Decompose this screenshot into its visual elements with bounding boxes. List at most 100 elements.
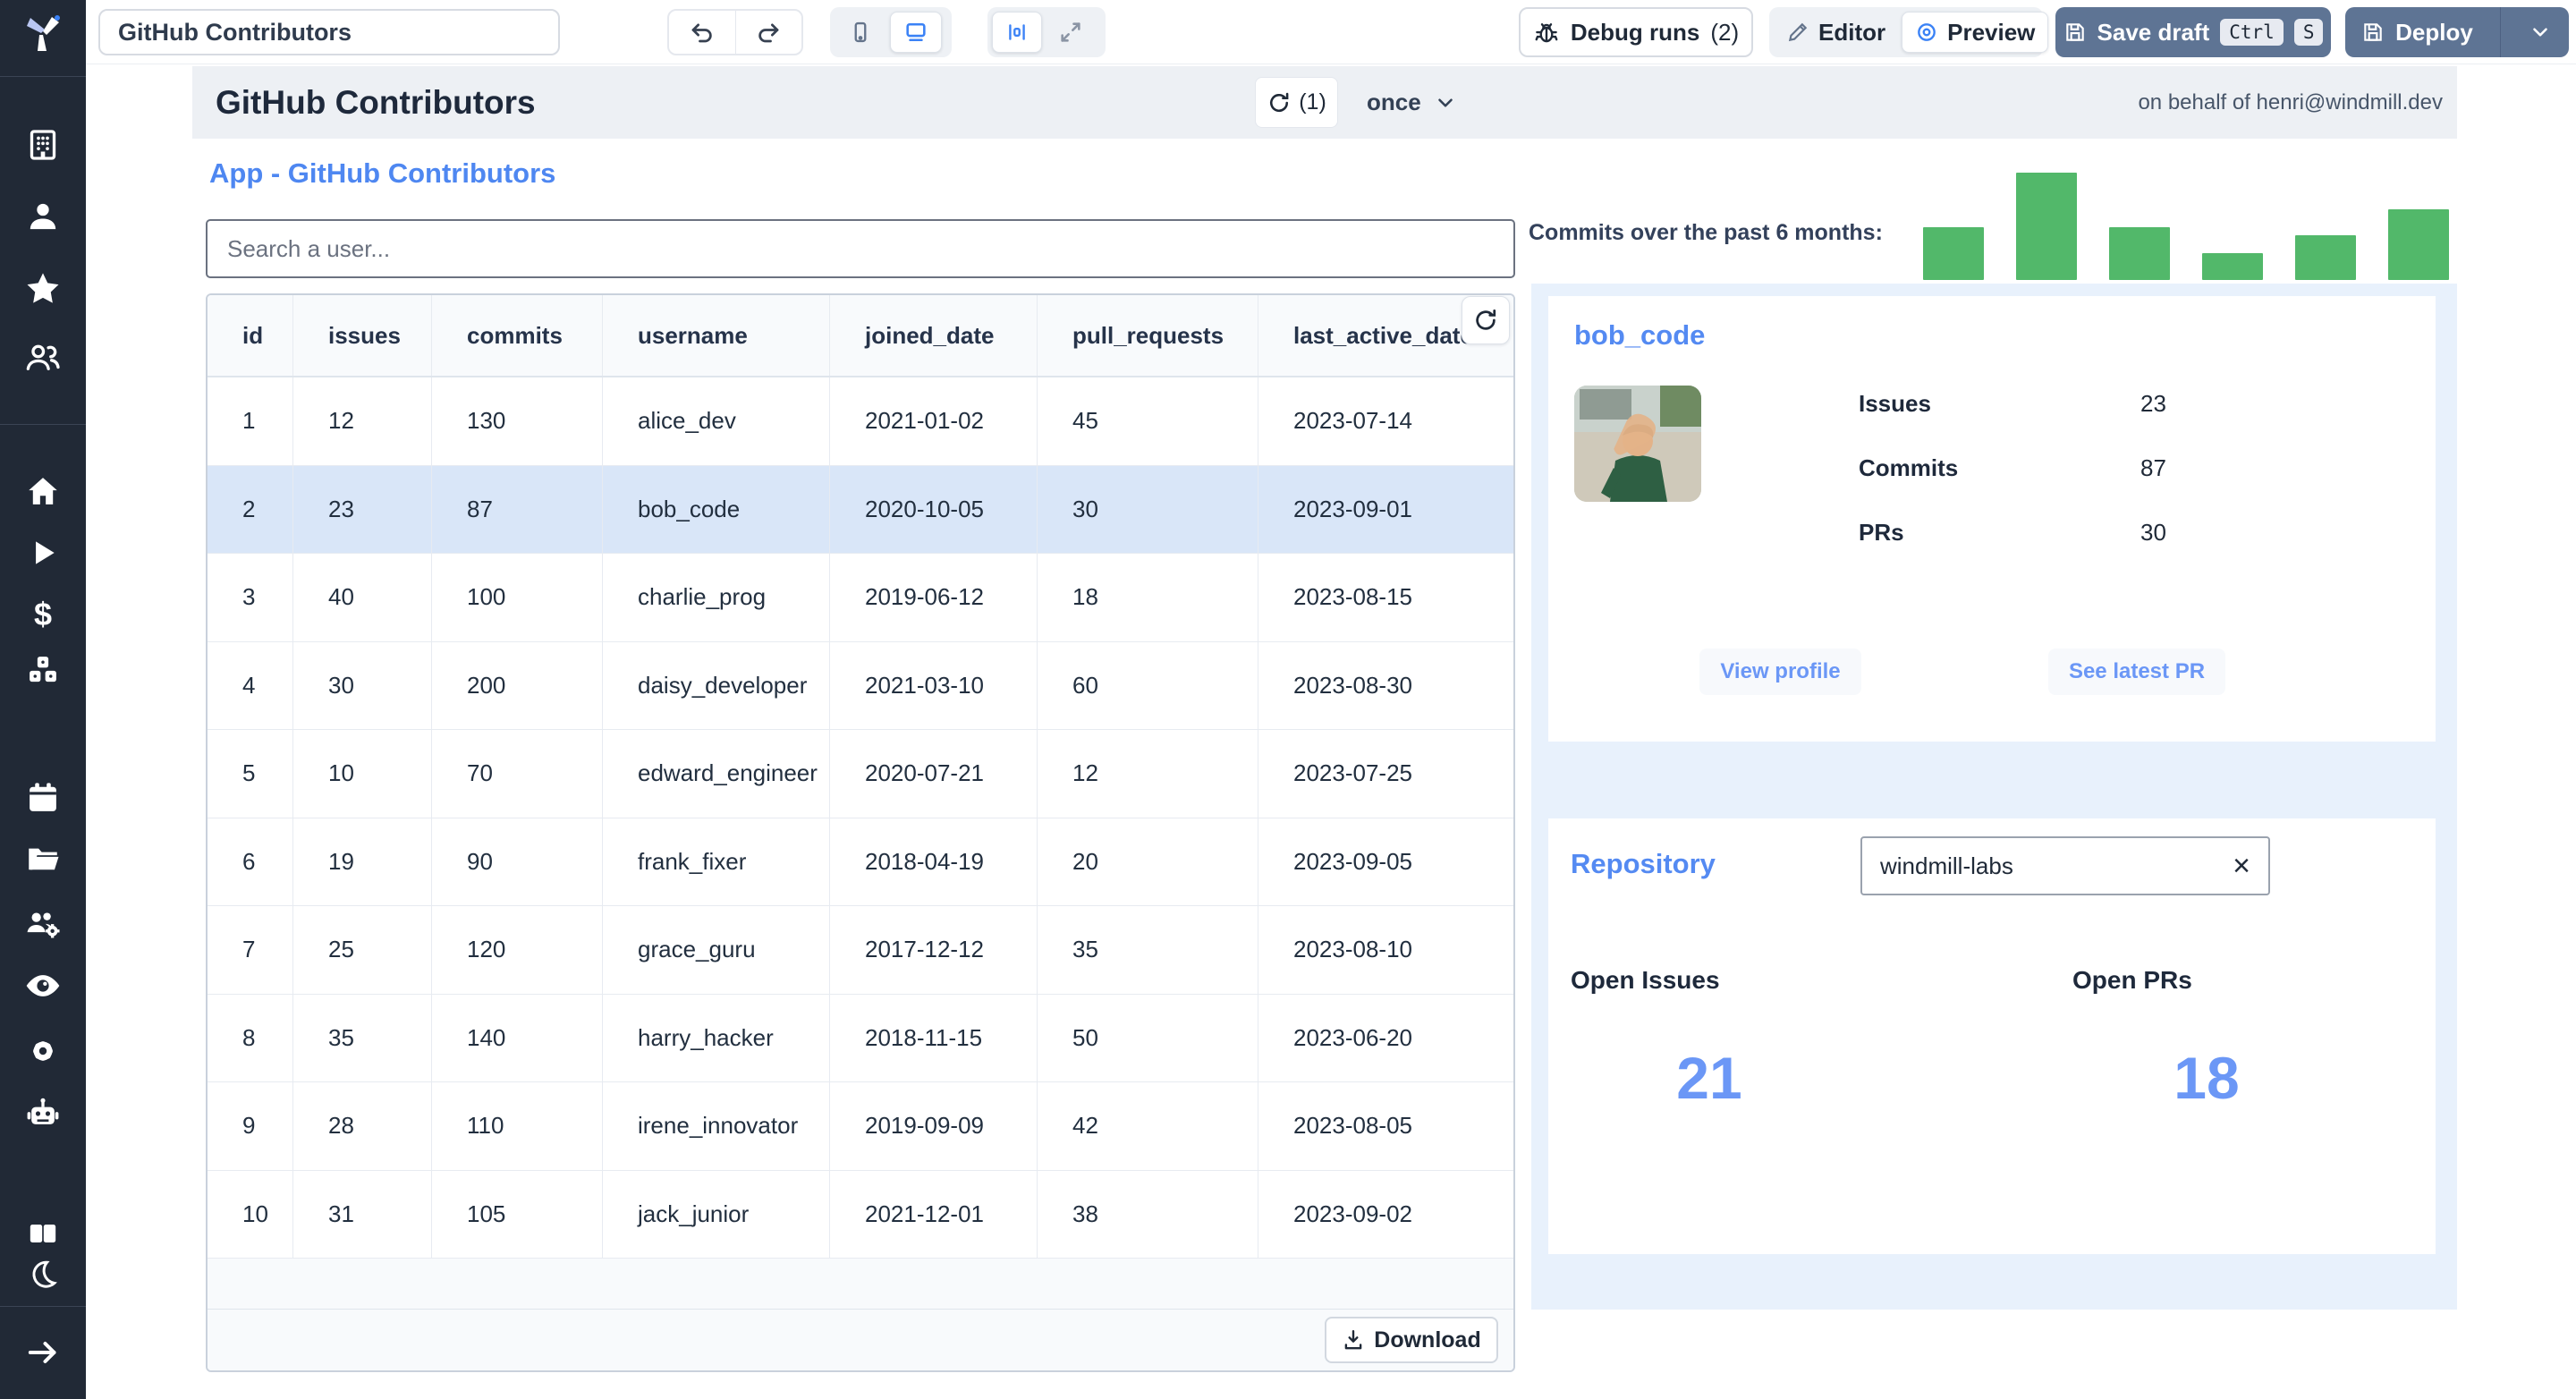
kbd-ctrl: Ctrl — [2220, 19, 2284, 46]
table-cell: jack_junior — [603, 1170, 830, 1258]
table-row[interactable]: 6 19 90 frank_fixer 2018-04-19 20 2023-09-05 — [208, 818, 1513, 906]
bug-icon — [1535, 23, 1558, 43]
table-header-row: id issues commits username joined_date pull_r… — [208, 295, 1513, 377]
table-body: 1 12 130 alice_dev 2021-01-02 45 2023-07-14 2 23… — [208, 377, 1513, 1259]
app-refresh-button[interactable]: (1) — [1255, 77, 1338, 128]
kbd-s: S — [2293, 19, 2324, 46]
on-behalf-text: on behalf of henri@windmill.dev — [2138, 89, 2443, 114]
workers-users-gear-icon[interactable] — [0, 904, 86, 942]
schedules-calendar-icon[interactable] — [0, 779, 86, 817]
repository-input[interactable] — [1862, 852, 2215, 880]
desktop-view-button[interactable] — [890, 12, 942, 53]
sidebar-divider — [0, 1306, 86, 1307]
repository-card: Repository × Open Issues Open PRs 21 18 — [1548, 818, 2436, 1254]
home-icon[interactable] — [0, 472, 86, 510]
search-input[interactable] — [206, 219, 1515, 278]
table-cell: 2021-03-10 — [830, 641, 1038, 729]
table-row[interactable]: 9 28 110 irene_innovator 2019-09-09 42 2023-08… — [208, 1082, 1513, 1171]
table-row[interactable]: 2 23 87 bob_code 2020-10-05 30 2023-09-01 — [208, 465, 1513, 554]
resources-cubes-icon[interactable] — [0, 651, 86, 689]
app-title-input[interactable] — [98, 9, 560, 55]
table-cell: 2023-08-05 — [1293, 1112, 1412, 1140]
schedule-select[interactable]: once — [1367, 77, 1457, 128]
users-group-icon[interactable] — [0, 339, 86, 377]
table-row[interactable]: 1 12 130 alice_dev 2021-01-02 45 2023-07-14 — [208, 377, 1513, 466]
clear-x-icon[interactable]: × — [2215, 839, 2268, 893]
table-row[interactable]: 8 35 140 harry_hacker 2018-11-15 50 2023-06-20 — [208, 994, 1513, 1082]
user-stats: Issues 23 Commits 87 PRs 30 — [1859, 371, 2360, 564]
ai-robot-icon[interactable] — [0, 1095, 86, 1132]
fullwidth-expand-icon[interactable] — [1046, 12, 1096, 53]
open-issues-label: Open Issues — [1571, 966, 1720, 994]
stat-label: Issues — [1859, 389, 1931, 417]
deploy-split-divider — [2500, 7, 2501, 57]
deploy-dropdown-chevron-icon[interactable] — [2512, 21, 2569, 44]
settings-gear-icon[interactable] — [0, 1032, 86, 1070]
stat-value: 87 — [2140, 454, 2166, 481]
download-icon — [1344, 1330, 1362, 1350]
runs-play-icon[interactable] — [0, 534, 86, 572]
center-canvas-button[interactable] — [992, 12, 1042, 53]
top-toolbar: Debug runs(2) Editor Preview Save draft … — [86, 0, 2576, 64]
table-row[interactable]: 5 10 70 edward_engineer 2020-07-21 12 2023-07-… — [208, 730, 1513, 818]
redo-button[interactable] — [734, 11, 801, 54]
table-row[interactable]: 4 30 200 daisy_developer 2021-03-10 60 2023-08… — [208, 641, 1513, 730]
table-cell: 130 — [432, 377, 603, 465]
table-cell: 2 — [208, 465, 293, 553]
table-refresh-button[interactable] — [1462, 296, 1510, 344]
stat-row: Commits 87 — [1859, 436, 2360, 500]
table-cell: grace_guru — [603, 906, 830, 994]
canvas-align-group — [987, 7, 1106, 57]
audit-eye-icon[interactable] — [0, 967, 86, 1005]
undo-button[interactable] — [669, 11, 735, 54]
table-cell: 2023-07-14 — [1293, 407, 1412, 435]
dark-mode-moon-icon[interactable] — [0, 1258, 86, 1290]
view-profile-button[interactable]: View profile — [1699, 649, 1861, 695]
dollar-icon[interactable]: $ — [0, 596, 86, 633]
folders-icon[interactable] — [0, 840, 86, 878]
user-card: bob_code Issues 23 Commits 87 PRs 30 View pro… — [1548, 296, 2436, 742]
table-header-cell: issues — [293, 295, 432, 376]
table-cell: edward_engineer — [603, 730, 830, 818]
table-cell: 2018-04-19 — [830, 818, 1038, 905]
stat-row: PRs 30 — [1859, 500, 2360, 564]
see-latest-pr-button[interactable]: See latest PR — [2048, 649, 2225, 695]
pencil-icon — [1788, 22, 1808, 42]
table-cell: 12 — [1038, 730, 1258, 818]
download-button[interactable]: Download — [1325, 1317, 1498, 1363]
table-cell: 25 — [293, 906, 432, 994]
table-cell: 4 — [208, 641, 293, 729]
user-icon[interactable] — [0, 198, 86, 235]
sidebar-divider — [0, 424, 86, 425]
windmill-logo-icon[interactable] — [0, 7, 86, 59]
undo-redo-group — [667, 9, 803, 55]
table-cell: 10 — [208, 1170, 293, 1258]
table-row[interactable]: 7 25 120 grace_guru 2017-12-12 35 2023-08-10 — [208, 906, 1513, 995]
table-row[interactable]: 3 40 100 charlie_prog 2019-06-12 18 2023-08-15 — [208, 554, 1513, 642]
expand-arrow-icon[interactable] — [0, 1334, 86, 1371]
table-cell: 1 — [208, 377, 293, 465]
chart-bar — [2202, 253, 2263, 280]
table-cell: 31 — [293, 1170, 432, 1258]
debug-runs-button[interactable]: Debug runs (2) — [1519, 7, 1753, 57]
stat-value: 30 — [2140, 518, 2166, 546]
table-cell: 60 — [1038, 641, 1258, 729]
mobile-view-button[interactable] — [835, 12, 886, 53]
docs-book-icon[interactable] — [0, 1217, 86, 1250]
editor-tab[interactable]: Editor — [1774, 12, 1898, 53]
stat-value: 23 — [2140, 389, 2166, 417]
save-draft-button[interactable]: Save draft Ctrl S — [2055, 7, 2331, 57]
table-cell: 18 — [1038, 554, 1258, 641]
table-cell: 2023-07-25 — [1293, 759, 1412, 787]
preview-tab[interactable]: Preview — [1902, 12, 2049, 53]
table-row[interactable]: 10 31 105 jack_junior 2021-12-01 38 2023-09-02 — [208, 1170, 1513, 1259]
table-cell: 110 — [432, 1082, 603, 1170]
table-cell: daisy_developer — [603, 641, 830, 729]
open-prs-value: 18 — [2174, 1045, 2240, 1111]
table-cell: 2023-08-30 — [1293, 671, 1412, 699]
deploy-button[interactable]: Deploy — [2345, 7, 2569, 57]
contributors-table: id issues commits username joined_date pull_r… — [206, 293, 1515, 1372]
open-prs-label: Open PRs — [2072, 966, 2192, 994]
star-icon[interactable] — [0, 269, 86, 307]
building-icon[interactable] — [0, 126, 86, 164]
